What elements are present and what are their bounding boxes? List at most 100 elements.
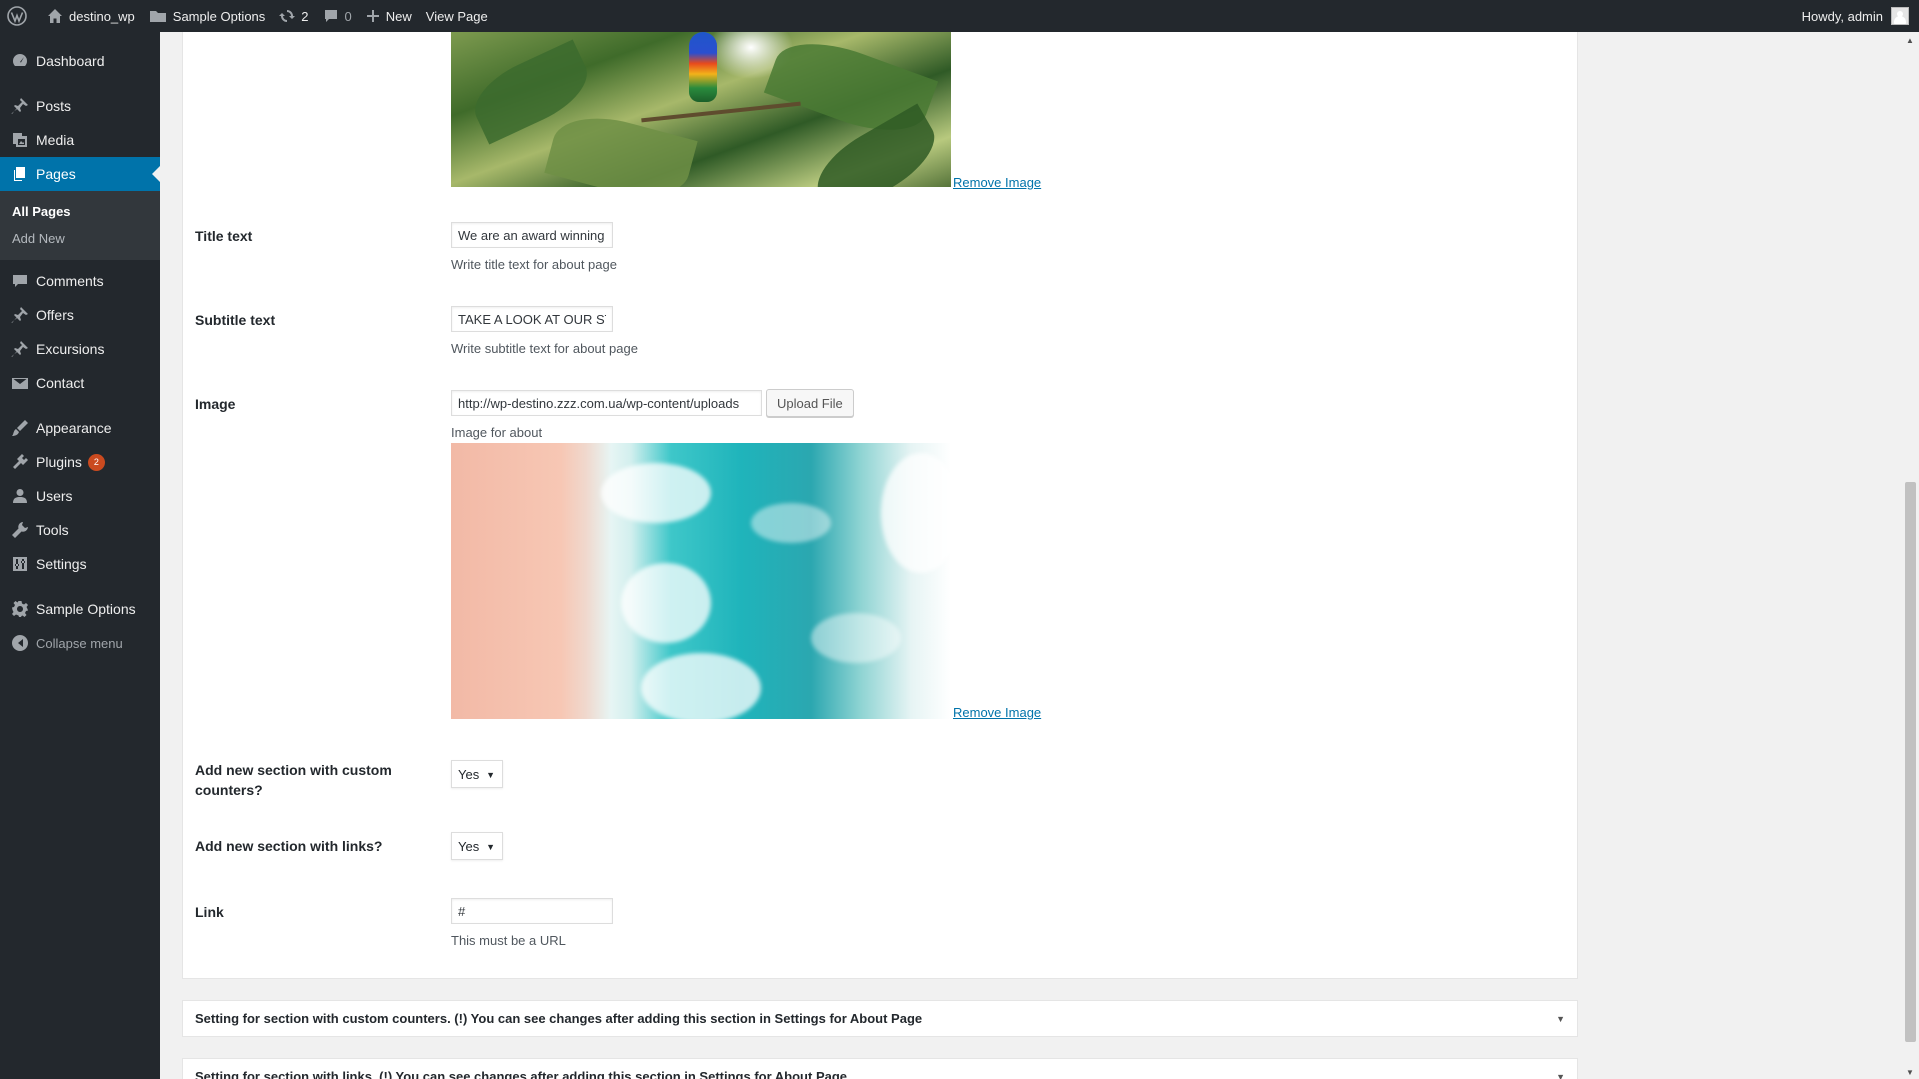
comment-bubble-icon xyxy=(324,10,337,22)
my-account-link[interactable]: Howdy, admin xyxy=(1795,0,1919,32)
paintbrush-icon xyxy=(10,418,30,438)
settings-sliders-icon xyxy=(10,554,30,574)
sample-options-link[interactable]: Sample Options xyxy=(142,0,273,32)
gear-icon xyxy=(10,599,30,619)
comments-count: 0 xyxy=(344,8,352,24)
menu-label: Tools xyxy=(36,522,69,538)
menu-item-users[interactable]: Users xyxy=(0,479,160,513)
link-label: Link xyxy=(195,904,224,920)
image-url-input[interactable] xyxy=(451,390,762,416)
menu-item-posts[interactable]: Posts xyxy=(0,89,160,123)
menu-label: Excursions xyxy=(36,341,105,357)
view-page-label: View Page xyxy=(425,8,488,24)
menu-label: Media xyxy=(36,132,75,148)
menu-label: Comments xyxy=(36,273,104,289)
previous-image-row: Remove Image xyxy=(183,32,1577,192)
site-name-link[interactable]: destino_wp xyxy=(40,0,142,32)
wordpress-logo-icon[interactable] xyxy=(0,0,40,32)
menu-label: Contact xyxy=(36,375,85,391)
title-text-description: Write title text for about page xyxy=(451,257,617,272)
folder-icon xyxy=(149,11,166,22)
upload-file-button[interactable]: Upload File xyxy=(766,389,854,417)
dropdown-arrow-icon: ▼ xyxy=(486,770,495,780)
menu-item-comments[interactable]: Comments xyxy=(0,264,160,298)
image-label: Image xyxy=(195,396,236,412)
admin-bar: destino_wp Sample Options 2 0 New View P… xyxy=(0,0,1919,32)
comments-link[interactable]: 0 xyxy=(316,0,359,32)
links-section-select[interactable]: Yes ▼ xyxy=(451,832,503,860)
menu-item-settings[interactable]: Settings xyxy=(0,547,160,581)
ocean-image-preview xyxy=(451,443,951,719)
subtitle-text-input[interactable] xyxy=(451,306,613,332)
counters-section-value: Yes xyxy=(458,766,480,782)
menu-label: Appearance xyxy=(36,420,112,436)
title-text-input[interactable] xyxy=(451,222,613,248)
menu-item-plugins[interactable]: Plugins 2 xyxy=(0,445,160,479)
page-scrollbar[interactable]: ▲ ▼ xyxy=(1902,32,1919,1079)
dashboard-icon xyxy=(10,51,30,71)
menu-item-excursions[interactable]: Excursions xyxy=(0,332,160,366)
menu-label: Sample Options xyxy=(36,601,136,617)
menu-item-appearance[interactable]: Appearance xyxy=(0,411,160,445)
collapse-label: Collapse menu xyxy=(36,635,123,651)
updates-count: 2 xyxy=(301,8,309,24)
pages-icon xyxy=(10,164,30,184)
menu-item-offers[interactable]: Offers xyxy=(0,298,160,332)
menu-label: Users xyxy=(36,488,73,504)
menu-item-dashboard[interactable]: Dashboard xyxy=(0,44,160,78)
comment-icon xyxy=(10,271,30,291)
image-preview-row: Remove Image xyxy=(183,443,1577,723)
settings-panel: Remove Image Title text Write title text… xyxy=(182,32,1578,979)
new-content-link[interactable]: New xyxy=(359,0,419,32)
link-input[interactable] xyxy=(451,898,613,924)
pages-submenu: All Pages Add New xyxy=(0,191,160,260)
links-section-value: Yes xyxy=(458,838,480,854)
counters-settings-section-header[interactable]: Setting for section with custom counters… xyxy=(182,1000,1578,1037)
links-settings-title: Setting for section with links. (!) You … xyxy=(195,1069,848,1079)
parrot-image-preview xyxy=(451,32,951,187)
links-section-label: Add new section with links? xyxy=(195,838,383,854)
scrollbar-thumb[interactable] xyxy=(1905,482,1916,1042)
counters-section-label: Add new section with custom counters? xyxy=(195,762,392,798)
counters-section-select[interactable]: Yes ▼ xyxy=(451,760,503,788)
links-settings-section-header[interactable]: Setting for section with links. (!) You … xyxy=(182,1058,1578,1079)
home-icon xyxy=(48,9,62,23)
title-text-label: Title text xyxy=(195,228,253,244)
updates-link[interactable]: 2 xyxy=(272,0,315,32)
pushpin-icon xyxy=(10,305,30,325)
menu-item-sample-options[interactable]: Sample Options xyxy=(0,592,160,626)
menu-item-tools[interactable]: Tools xyxy=(0,513,160,547)
menu-label: Offers xyxy=(36,307,74,323)
submenu-all-pages[interactable]: All Pages xyxy=(0,198,160,225)
submenu-add-new[interactable]: Add New xyxy=(0,225,160,252)
avatar xyxy=(1891,7,1909,25)
admin-menu: Dashboard Posts Media Pages All Pages Ad… xyxy=(0,32,160,1079)
sample-options-label: Sample Options xyxy=(172,8,266,24)
menu-label: Plugins xyxy=(36,454,82,470)
pushpin-icon xyxy=(10,339,30,359)
media-icon xyxy=(10,130,30,150)
envelope-icon xyxy=(10,373,30,393)
plugin-icon xyxy=(10,452,30,472)
updates-icon xyxy=(279,10,296,22)
pushpin-icon xyxy=(10,96,30,116)
collapse-menu-button[interactable]: Collapse menu xyxy=(0,626,160,660)
wrench-icon xyxy=(10,520,30,540)
menu-item-media[interactable]: Media xyxy=(0,123,160,157)
menu-item-contact[interactable]: Contact xyxy=(0,366,160,400)
expand-arrow-icon: ▼ xyxy=(1556,1072,1565,1079)
menu-label: Dashboard xyxy=(36,53,105,69)
dropdown-arrow-icon: ▼ xyxy=(486,842,495,852)
menu-label: Posts xyxy=(36,98,72,114)
remove-image-link[interactable]: Remove Image xyxy=(953,705,1041,720)
menu-item-pages[interactable]: Pages xyxy=(0,157,160,191)
expand-arrow-icon: ▼ xyxy=(1556,1014,1565,1024)
scroll-up-arrow-icon[interactable]: ▲ xyxy=(1906,36,1914,45)
plus-icon xyxy=(366,10,379,22)
remove-image-link[interactable]: Remove Image xyxy=(953,175,1041,190)
view-page-link[interactable]: View Page xyxy=(419,0,495,32)
image-description: Image for about xyxy=(451,425,543,440)
howdy-text: Howdy, admin xyxy=(1801,8,1883,24)
plugins-update-badge: 2 xyxy=(87,453,105,471)
scroll-down-arrow-icon[interactable]: ▼ xyxy=(1906,1068,1914,1077)
